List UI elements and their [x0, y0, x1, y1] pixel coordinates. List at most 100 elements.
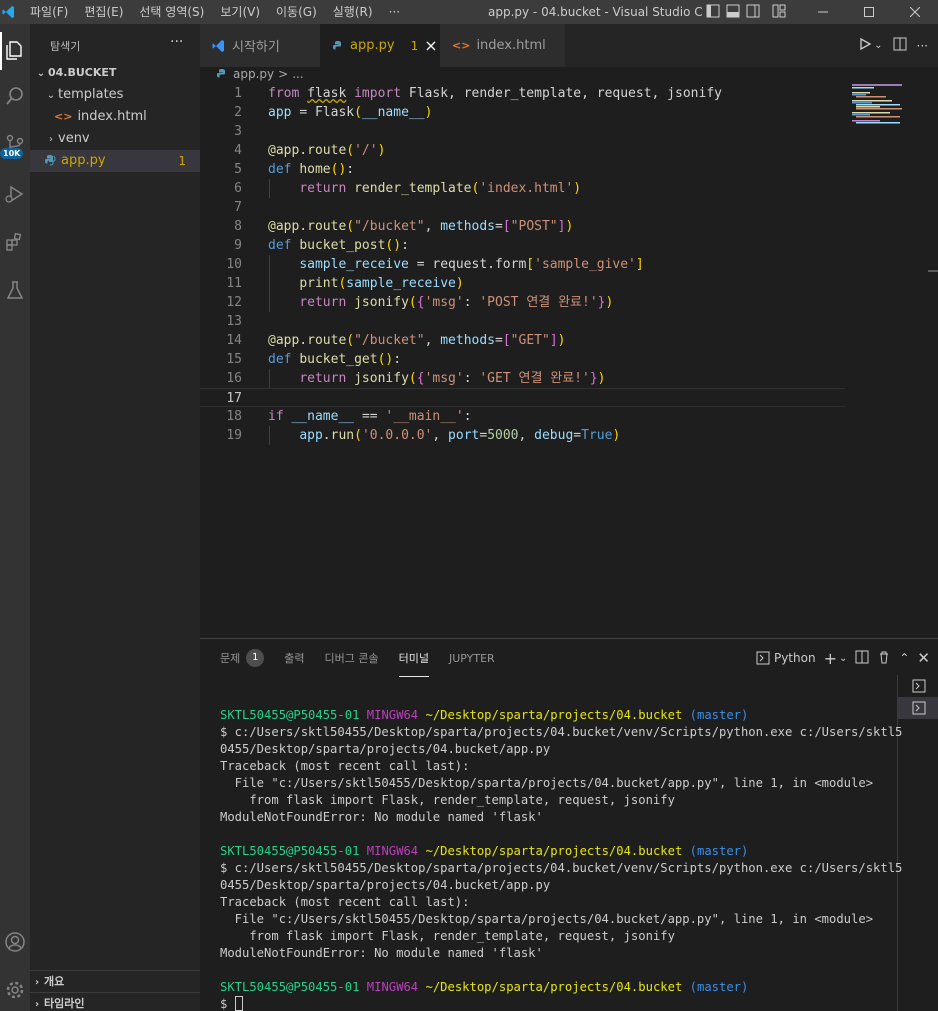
activity-bar: 10K	[0, 24, 30, 1011]
tree-item-label: app.py	[61, 153, 106, 168]
code-line: 13	[226, 314, 242, 329]
tab-debug-console[interactable]: 디버그 콘솔	[325, 639, 379, 677]
menu-more[interactable]: ···	[381, 0, 408, 24]
maximize-panel-chevron-up-icon[interactable]: ⌃	[899, 651, 909, 665]
html-file-icon: <>	[54, 110, 73, 123]
sidebar-more-icon[interactable]: ···	[170, 34, 183, 50]
code-line: 10 sample_receive = request.form['sample…	[226, 257, 644, 272]
menu-file[interactable]: 파일(F)	[22, 0, 76, 24]
code-line: 18 if __name__ == '__main__':	[226, 409, 472, 424]
menu-edit[interactable]: 편집(E)	[76, 0, 131, 24]
kill-terminal-trash-icon[interactable]	[877, 650, 891, 667]
tree-item-index-html[interactable]: <> index.html	[30, 106, 200, 128]
terminal-output[interactable]: SKTL50455@P50455-01 MINGW64 ~/Desktop/sp…	[220, 707, 902, 1011]
maximize-icon[interactable]	[846, 0, 892, 24]
python-file-icon	[216, 68, 228, 80]
search-icon[interactable]	[0, 76, 30, 116]
explorer-icon[interactable]	[0, 30, 30, 70]
terminal-line: Traceback (most recent call last):	[220, 759, 470, 773]
tab-close-icon[interactable]: ×	[424, 36, 437, 55]
run-debug-icon[interactable]	[0, 174, 30, 214]
tab-problems[interactable]: 문제 1	[220, 639, 265, 677]
minimize-icon[interactable]	[800, 0, 846, 24]
customize-layout-icon[interactable]	[772, 4, 786, 21]
code-line: 15 def bucket_get():	[226, 352, 402, 367]
tree-item-templates[interactable]: ⌄ templates	[30, 84, 200, 106]
scrollbar-cursor-marker	[928, 270, 938, 272]
timeline-section[interactable]: › 타임라인	[30, 992, 200, 1011]
terminal-instance-2[interactable]	[898, 697, 938, 719]
toggle-sidebar-icon[interactable]	[706, 4, 720, 21]
terminal-dropdown-chevron-icon[interactable]: ⌄	[839, 653, 847, 664]
code-line: 2 app = Flask(__name__)	[234, 105, 433, 120]
tab-welcome[interactable]: 시작하기	[200, 24, 320, 67]
tree-item-venv[interactable]: › venv	[30, 128, 200, 150]
tab-output[interactable]: 출력	[284, 639, 304, 677]
tab-terminal[interactable]: 터미널	[398, 639, 429, 677]
testing-flask-icon[interactable]	[0, 270, 30, 310]
editor-tab-bar: 시작하기 app.py 1 × <> index.html ⌄ ···	[200, 24, 938, 67]
chevron-right-icon: ›	[49, 134, 53, 145]
menu-run[interactable]: 실행(R)	[325, 0, 381, 24]
minimap[interactable]	[852, 84, 930, 124]
code-line: 8 @app.route("/bucket", methods=["POST"])	[234, 219, 574, 234]
problems-count-badge: 1	[246, 649, 265, 667]
terminal-prompt-line: SKTL50455@P50455-01 MINGW64 ~/Desktop/sp…	[220, 708, 749, 722]
run-file-icon[interactable]	[858, 37, 872, 54]
terminal-prompt-line: SKTL50455@P50455-01 MINGW64 ~/Desktop/sp…	[220, 980, 749, 994]
close-panel-icon[interactable]: ✕	[917, 649, 930, 667]
tree-item-label: venv	[58, 131, 90, 146]
code-line: 1 from flask import Flask, render_templat…	[234, 86, 722, 101]
extensions-icon[interactable]	[0, 222, 30, 262]
run-dropdown-chevron-icon[interactable]: ⌄	[874, 40, 882, 51]
settings-gear-icon[interactable]	[0, 970, 30, 1010]
tab-jupyter[interactable]: JUPYTER	[449, 639, 495, 677]
split-editor-icon[interactable]	[893, 37, 907, 54]
menu-go[interactable]: 이동(G)	[268, 0, 325, 24]
tree-item-label: index.html	[77, 109, 147, 124]
code-line: 16 return jsonify({'msg': 'GET 연결 완료!'})	[226, 371, 606, 386]
menu-view[interactable]: 보기(V)	[212, 0, 268, 24]
chevron-down-icon: ⌄	[46, 90, 56, 101]
panel-tabs: 문제 1 출력 디버그 콘솔 터미널 JUPYTER	[200, 639, 495, 677]
tree-item-label: templates	[58, 87, 124, 102]
terminal-instance-1[interactable]	[898, 675, 938, 697]
source-control-badge: 10K	[0, 148, 24, 159]
terminal-line: ModuleNotFoundError: No module named 'fl…	[220, 810, 543, 824]
toggle-panel-icon[interactable]	[726, 4, 740, 21]
terminal-line: 0455/Desktop/sparta/projects/04.bucket/a…	[220, 742, 551, 756]
explorer-sidebar: 탐색기 ··· ⌄ 04.BUCKET ⌄ templates <> index.ht…	[30, 24, 200, 1011]
code-editor[interactable]: 1 from flask import Flask, render_templat…	[200, 84, 938, 638]
problem-count: 1	[178, 154, 186, 168]
tree-item-app-py[interactable]: app.py 1	[30, 150, 200, 172]
code-line: 6 return render_template('index.html')	[234, 181, 582, 196]
terminal-input-line[interactable]: $	[220, 996, 890, 1011]
sidebar-title: 탐색기	[50, 40, 81, 53]
breadcrumb: app.py > ...	[200, 64, 938, 84]
terminal-selector[interactable]: Python	[756, 651, 816, 665]
python-file-icon	[332, 40, 344, 52]
new-terminal-plus-icon[interactable]: +	[824, 649, 837, 668]
account-icon[interactable]	[0, 922, 30, 962]
code-line-current: 17	[200, 388, 845, 407]
split-terminal-icon[interactable]	[855, 650, 869, 667]
code-line: 5 def home():	[234, 162, 355, 177]
terminal-icon	[912, 701, 925, 715]
editor-actions: ⌄ ···	[858, 24, 928, 67]
tab-index-html[interactable]: <> index.html	[440, 24, 565, 67]
code-line: 3	[234, 124, 242, 139]
toggle-secondary-sidebar-icon[interactable]	[746, 4, 760, 21]
menu-selection[interactable]: 선택 영역(S)	[131, 0, 212, 24]
chevron-right-icon: ›	[34, 999, 40, 1010]
tab-app-py[interactable]: app.py 1 ×	[320, 24, 440, 67]
workspace-folder-header[interactable]: ⌄ 04.BUCKET	[30, 62, 200, 84]
breadcrumb-file[interactable]: app.py	[233, 64, 274, 84]
terminal-tabs-list	[897, 675, 938, 1011]
more-actions-icon[interactable]: ···	[917, 39, 928, 53]
close-window-icon[interactable]	[892, 0, 938, 24]
breadcrumb-symbol[interactable]: ...	[292, 64, 303, 84]
outline-section[interactable]: › 개요	[30, 970, 200, 992]
window-title: app.py - 04.bucket - Visual Studio Code	[488, 5, 702, 19]
terminal-kind-label: Python	[773, 651, 816, 665]
terminal-line: ModuleNotFoundError: No module named 'fl…	[220, 946, 543, 960]
